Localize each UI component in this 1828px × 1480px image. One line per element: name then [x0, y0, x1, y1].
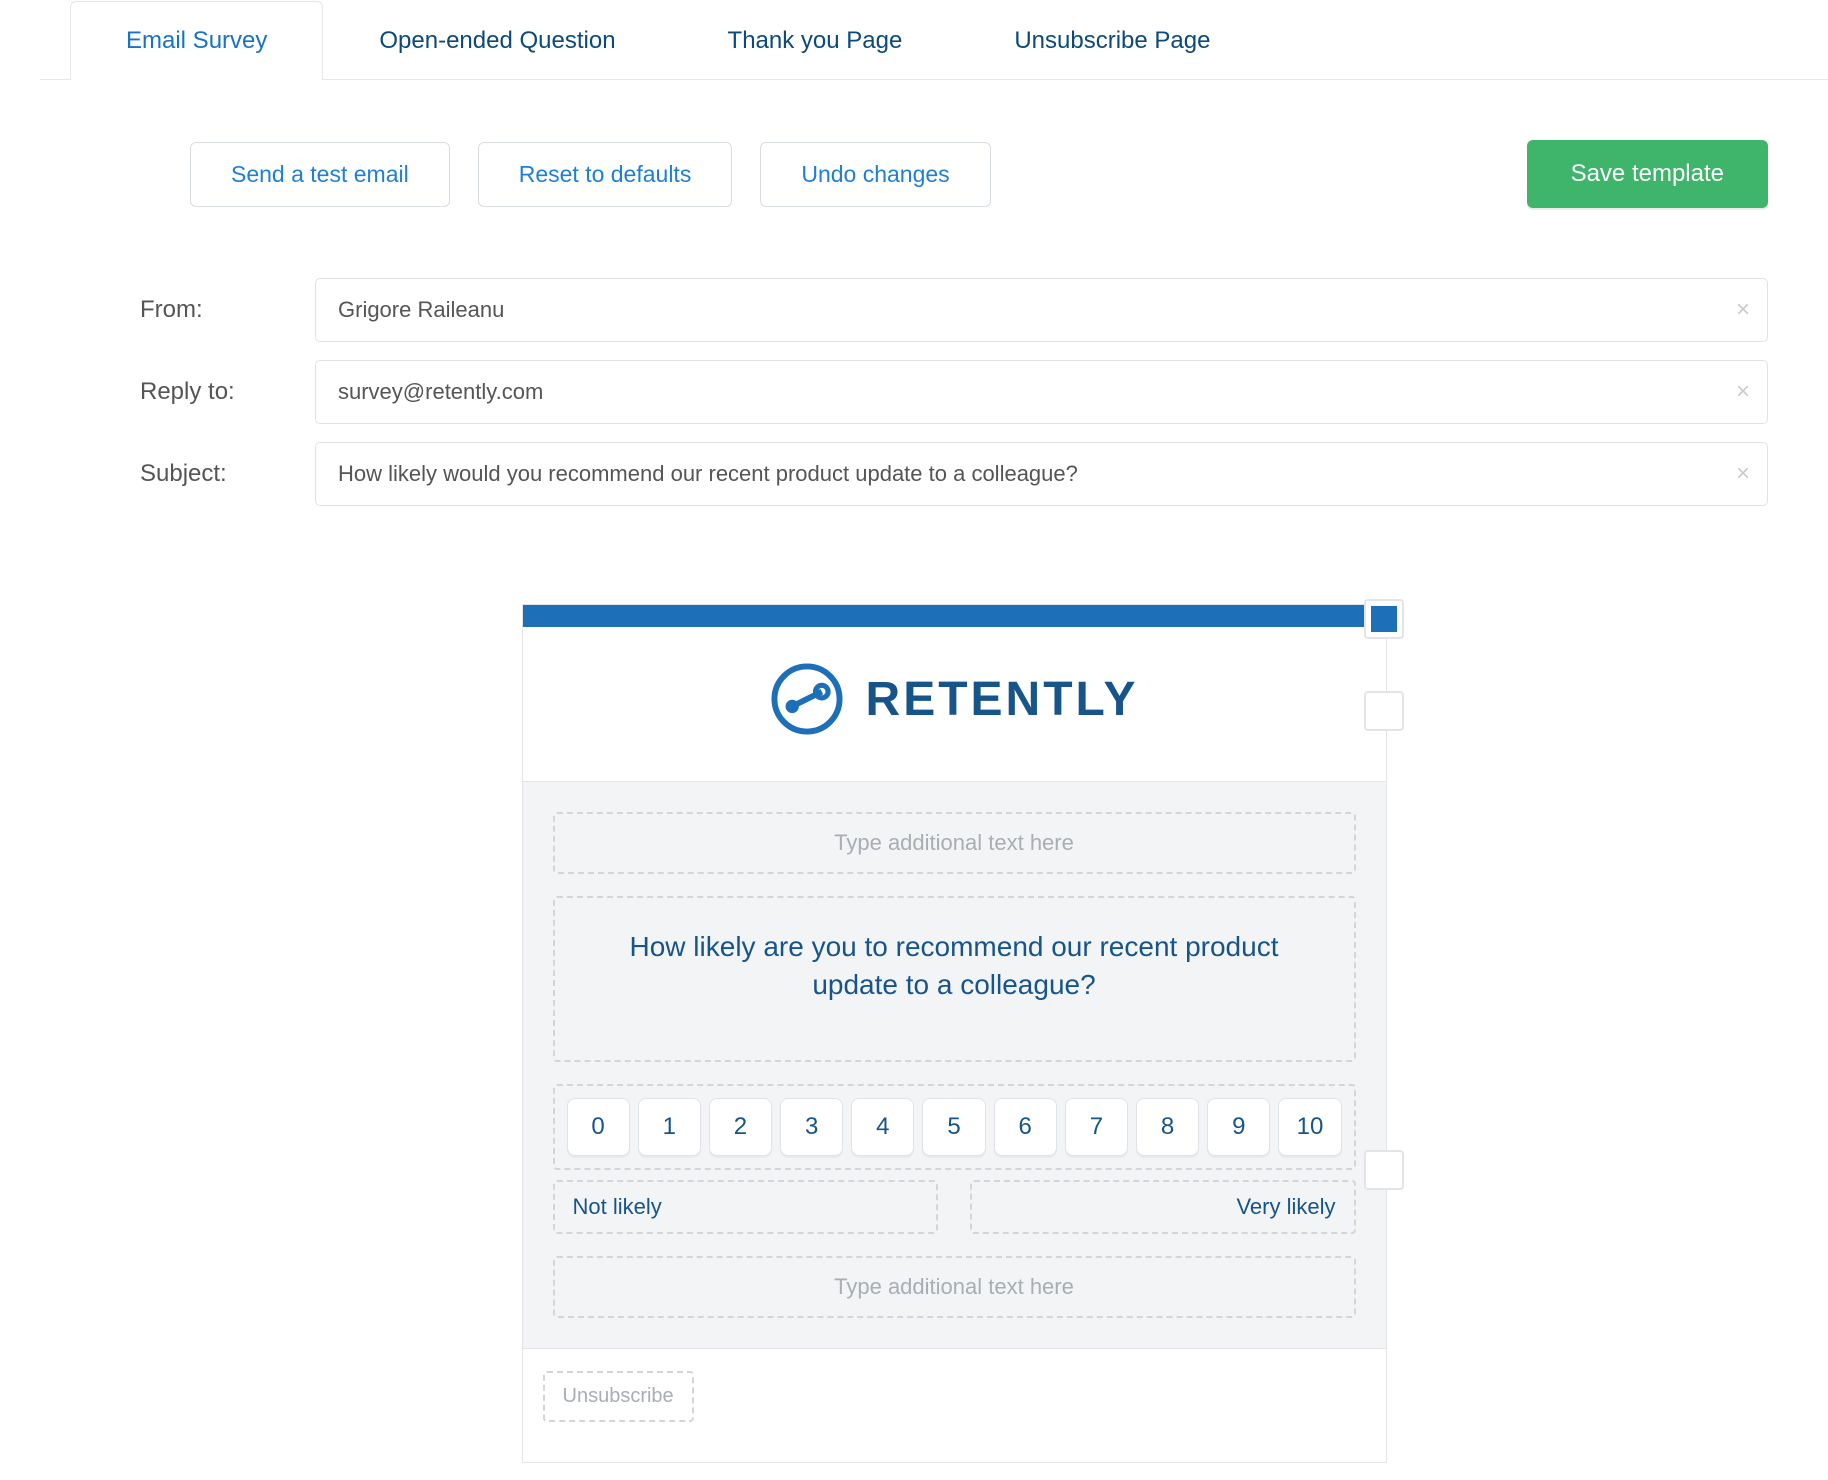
clear-from-icon[interactable]: × — [1736, 296, 1750, 324]
email-preview: RETENTLY Type additional text here How l… — [522, 604, 1387, 1463]
score-1-button[interactable]: 1 — [638, 1098, 701, 1156]
score-0-button[interactable]: 0 — [567, 1098, 630, 1156]
unsubscribe-text[interactable]: Unsubscribe — [543, 1371, 694, 1422]
score-3-button[interactable]: 3 — [780, 1098, 843, 1156]
score-style-picker[interactable] — [1364, 1150, 1404, 1190]
from-label: From: — [140, 296, 315, 324]
logo-picker[interactable] — [1364, 691, 1404, 731]
send-test-button[interactable]: Send a test email — [190, 142, 450, 207]
score-8-button[interactable]: 8 — [1136, 1098, 1199, 1156]
tab-open-ended[interactable]: Open-ended Question — [323, 1, 671, 80]
toolbar: Send a test email Reset to defaults Undo… — [40, 80, 1828, 248]
score-5-button[interactable]: 5 — [922, 1098, 985, 1156]
logo-zone[interactable]: RETENTLY — [523, 627, 1386, 781]
email-meta-form: From: × Reply to: × Subject: × — [40, 248, 1828, 534]
brand-color-swatch-icon — [1371, 606, 1397, 632]
additional-text-bottom[interactable]: Type additional text here — [553, 1256, 1356, 1318]
brand-color-picker[interactable] — [1364, 599, 1404, 639]
score-4-button[interactable]: 4 — [851, 1098, 914, 1156]
reset-defaults-button[interactable]: Reset to defaults — [478, 142, 733, 207]
score-7-button[interactable]: 7 — [1065, 1098, 1128, 1156]
from-input[interactable] — [315, 278, 1768, 342]
logo-text: RETENTLY — [866, 672, 1139, 727]
subject-input[interactable] — [315, 442, 1768, 506]
score-10-button[interactable]: 10 — [1278, 1098, 1341, 1156]
low-label[interactable]: Not likely — [553, 1180, 938, 1234]
high-label[interactable]: Very likely — [970, 1180, 1355, 1234]
brand-color-bar — [523, 605, 1386, 627]
retently-logo-icon — [770, 662, 844, 736]
clear-replyto-icon[interactable]: × — [1736, 378, 1750, 406]
clear-subject-icon[interactable]: × — [1736, 460, 1750, 488]
replyto-input[interactable] — [315, 360, 1768, 424]
undo-changes-button[interactable]: Undo changes — [760, 142, 990, 207]
score-9-button[interactable]: 9 — [1207, 1098, 1270, 1156]
tab-unsubscribe[interactable]: Unsubscribe Page — [958, 1, 1266, 80]
score-2-button[interactable]: 2 — [709, 1098, 772, 1156]
score-row: 0 1 2 3 4 5 6 7 8 9 10 — [553, 1084, 1356, 1170]
additional-text-top[interactable]: Type additional text here — [553, 812, 1356, 874]
tab-thank-you[interactable]: Thank you Page — [672, 1, 959, 80]
subject-label: Subject: — [140, 460, 315, 488]
score-6-button[interactable]: 6 — [994, 1098, 1057, 1156]
tab-email-survey[interactable]: Email Survey — [70, 1, 323, 80]
replyto-label: Reply to: — [140, 378, 315, 406]
save-template-button[interactable]: Save template — [1527, 140, 1768, 208]
tabs-bar: Email Survey Open-ended Question Thank y… — [40, 0, 1828, 80]
question-text[interactable]: How likely are you to recommend our rece… — [553, 896, 1356, 1062]
